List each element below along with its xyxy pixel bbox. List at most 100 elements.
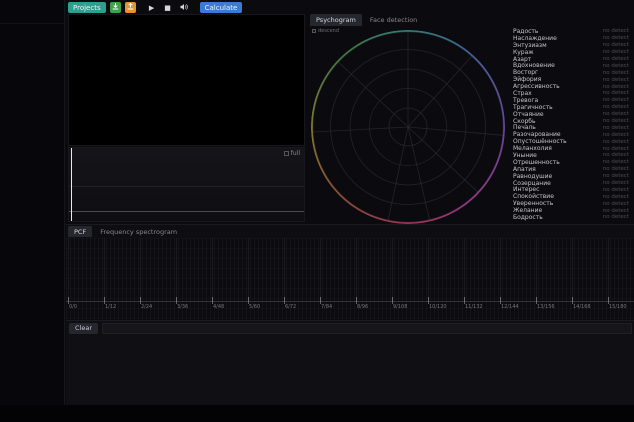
psychogram-panel: Psychogram Face detection descend	[306, 14, 634, 224]
emotion-value: no detect	[603, 118, 629, 124]
volume-button[interactable]	[178, 2, 190, 13]
tab-pcf[interactable]: PCF	[68, 226, 92, 237]
emotion-row: Печальno detect	[508, 124, 632, 131]
emotion-row: Восторгno detect	[508, 69, 632, 76]
play-icon: ▶	[149, 4, 154, 12]
time-tick-label: 2/24	[141, 304, 152, 310]
emotion-row: Опустошённостьno detect	[508, 138, 632, 145]
emotion-value: no detect	[603, 180, 629, 186]
spectrogram-canvas[interactable]: 0/01/122/243/364/485/606/727/848/969/108…	[66, 238, 634, 319]
time-tick-label: 0/0	[69, 304, 77, 310]
spectrogram-section: PCF Frequency spectrogram 0/0 1/12 2/24 3/3…	[66, 224, 634, 318]
emotion-row: Скорбьno detect	[508, 118, 632, 125]
psychogram-chart	[311, 30, 505, 224]
waveform-baseline	[69, 211, 304, 212]
emotion-row: Отрешенностьno detect	[508, 159, 632, 166]
emotion-row: Разочарованиеno detect	[508, 131, 632, 138]
emotion-row: Агрессивностьno detect	[508, 83, 632, 90]
emotion-row: Тревогаno detect	[508, 97, 632, 104]
emotion-row: Интересno detect	[508, 186, 632, 193]
time-tick-label: 8/96	[357, 304, 368, 310]
tab-frequency-spectrogram[interactable]: Frequency spectrogram	[94, 226, 183, 237]
emotion-value: no detect	[603, 35, 629, 41]
stop-icon: ■	[164, 4, 171, 12]
time-tick-label: 3/36	[177, 304, 188, 310]
play-button[interactable]: ▶	[146, 2, 158, 13]
upload-button[interactable]	[125, 2, 136, 13]
time-tick-label: 4/48	[213, 304, 224, 310]
bottom-strip	[0, 405, 634, 422]
emotion-row: Уныниеno detect	[508, 152, 632, 159]
emotion-value: no detect	[603, 125, 629, 131]
video-preview	[68, 14, 305, 146]
clear-button[interactable]: Clear	[69, 323, 98, 334]
spectrogram-tabbar: PCF Frequency spectrogram	[66, 225, 634, 237]
emotion-value: no detect	[603, 159, 629, 165]
polar-rainbow-rim	[311, 30, 505, 224]
emotion-row: Желаниеno detect	[508, 207, 632, 214]
emotion-value: no detect	[603, 201, 629, 207]
time-tick-label: 9/108	[393, 304, 407, 310]
waveform-panel[interactable]: full	[68, 147, 305, 222]
time-tick-label: 13/156	[537, 304, 555, 310]
emotion-list: Радостьno detectНаслаждениеno detectЭнту…	[508, 28, 632, 221]
tab-face-detection[interactable]: Face detection	[364, 14, 423, 26]
time-tick-label: 12/144	[501, 304, 519, 310]
emotion-row: Созерцаниеno detect	[508, 180, 632, 187]
upload-icon	[127, 3, 134, 12]
emotion-value: no detect	[603, 84, 629, 90]
emotion-row: Отчаяниеno detect	[508, 111, 632, 118]
playhead-cursor[interactable]	[71, 148, 72, 221]
emotion-value: no detect	[603, 90, 629, 96]
emotion-value: no detect	[603, 139, 629, 145]
emotion-value: no detect	[603, 42, 629, 48]
download-button[interactable]	[110, 2, 121, 13]
emotion-row: Куражno detect	[508, 49, 632, 56]
time-axis: 0/01/122/243/364/485/606/727/848/969/108…	[66, 238, 634, 319]
emotion-value: no detect	[603, 152, 629, 158]
volume-icon	[180, 3, 188, 13]
emotion-row: Трагичностьno detect	[508, 104, 632, 111]
emotion-value: no detect	[603, 28, 629, 34]
sidebar-divider	[0, 23, 64, 24]
calculate-button[interactable]: Calculate	[200, 2, 243, 13]
emotion-row: Радостьno detect	[508, 28, 632, 35]
emotion-value: no detect	[603, 104, 629, 110]
results-strip	[102, 323, 632, 334]
emotion-value: no detect	[603, 111, 629, 117]
time-tick-label: 10/120	[429, 304, 447, 310]
emotion-value: no detect	[603, 173, 629, 179]
time-tick-label: 14/168	[573, 304, 591, 310]
tab-psychogram[interactable]: Psychogram	[310, 14, 362, 26]
emotion-row: Бодростьno detect	[508, 214, 632, 221]
emotion-row: Равнодушиеno detect	[508, 173, 632, 180]
full-checkbox[interactable]: full	[284, 150, 300, 157]
emotion-value: no detect	[603, 166, 629, 172]
emotion-row: Уверенностьno detect	[508, 200, 632, 207]
emotion-value: no detect	[603, 70, 629, 76]
checkbox-icon	[284, 151, 289, 156]
stop-button[interactable]: ■	[162, 2, 174, 13]
full-checkbox-label: full	[291, 150, 300, 157]
time-tick-label: 11/132	[465, 304, 483, 310]
clear-toolbar: Clear	[66, 320, 634, 335]
emotion-value: no detect	[603, 49, 629, 55]
emotion-row: Спокойствиеno detect	[508, 193, 632, 200]
emotion-row: Энтузиазмno detect	[508, 42, 632, 49]
projects-sidebar	[0, 0, 65, 405]
results-panel	[66, 335, 634, 405]
emotion-value: no detect	[603, 132, 629, 138]
projects-button[interactable]: Projects	[68, 2, 106, 13]
emotion-row: Страхno detect	[508, 90, 632, 97]
time-tick-label: 1/12	[105, 304, 116, 310]
emotion-row: Наслаждениеno detect	[508, 35, 632, 42]
emotion-value: no detect	[603, 97, 629, 103]
emotion-row: Азартno detect	[508, 56, 632, 63]
emotion-value: no detect	[603, 146, 629, 152]
emotion-value: no detect	[603, 63, 629, 69]
psychogram-tabbar: Psychogram Face detection	[306, 14, 634, 26]
emotion-value: no detect	[603, 187, 629, 193]
emotion-row: Апатияno detect	[508, 166, 632, 173]
emotion-row: Меланхолияno detect	[508, 145, 632, 152]
emotion-value: no detect	[603, 77, 629, 83]
